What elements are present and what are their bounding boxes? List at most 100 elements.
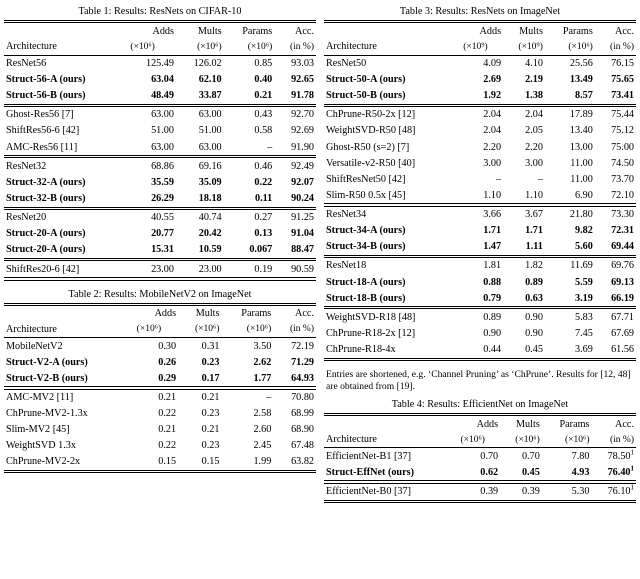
arch-name: Versatile-v2-R50 [40] (324, 155, 461, 171)
cell: 75.00 (595, 139, 636, 155)
cell: 0.90 (461, 325, 503, 341)
cell: 10.59 (176, 242, 224, 259)
cell: 0.39 (500, 484, 542, 501)
cell: 72.10 (595, 187, 636, 204)
cell: 0.89 (461, 309, 503, 325)
cell: 92.49 (274, 158, 316, 174)
cell: 2.60 (221, 422, 273, 438)
table-row: Struct-20-A (ours)20.7720.420.1391.04 (4, 226, 316, 242)
cell: 2.04 (461, 107, 503, 123)
cell: 3.00 (503, 155, 545, 171)
col-architecture: Architecture (324, 416, 458, 448)
arch-name: Struct-20-A (ours) (4, 226, 128, 242)
cell: 2.45 (221, 438, 273, 454)
cell: 125.49 (128, 56, 176, 72)
arch-name: ChPrune-R18-4x (324, 341, 461, 358)
cell: 68.86 (128, 158, 176, 174)
cell: 92.70 (274, 107, 316, 123)
cell: 1.38 (503, 88, 545, 105)
cell: 0.21 (178, 422, 221, 438)
unit: (×10⁶) (178, 322, 221, 338)
arch-name: EfficientNet-B0 [37] (324, 484, 458, 501)
col-architecture: Architecture (4, 306, 135, 338)
cell: 40.55 (128, 210, 176, 226)
arch-name: ResNet18 (324, 258, 461, 274)
cell: 2.05 (503, 123, 545, 139)
cell: 0.23 (178, 438, 221, 454)
cell: 4.09 (461, 56, 503, 72)
cell: 78.501 (591, 448, 636, 464)
cell: 0.21 (224, 88, 275, 105)
col-acc.: Acc. (274, 23, 316, 39)
unit: (in %) (274, 39, 316, 55)
cell: 1.10 (503, 187, 545, 204)
table-row: WeightSVD 1.3x0.220.232.4567.48 (4, 438, 316, 454)
unit: (in %) (595, 39, 636, 55)
table-row: WeightSVD-R50 [48]2.042.0513.4075.12 (324, 123, 636, 139)
table-row: Struct-56-B (ours)48.4933.870.2191.78 (4, 88, 316, 105)
cell: 91.90 (274, 139, 316, 156)
cell: 0.21 (135, 390, 178, 406)
cell: 0.39 (458, 484, 500, 501)
table-row: ResNet504.094.1025.5676.15 (324, 56, 636, 72)
table-3: ArchitectureAddsMultsParamsAcc.(×10⁹)(×1… (324, 20, 636, 361)
cell: 1.82 (503, 258, 545, 274)
table-row: Struct-EffNet (ours)0.620.454.9376.401 (324, 464, 636, 481)
cell: 63.00 (176, 139, 224, 156)
table-row: Ghost-Res56 [7]63.0063.000.4392.70 (4, 107, 316, 123)
cell: 0.22 (135, 406, 178, 422)
cell: 0.15 (178, 454, 221, 471)
cell: 0.89 (503, 274, 545, 290)
table-row: Struct-50-B (ours)1.921.388.5773.41 (324, 88, 636, 105)
cell: 1.77 (221, 370, 273, 387)
table-row: Struct-34-B (ours)1.471.115.6069.44 (324, 239, 636, 256)
table-row: AMC-Res56 [11]63.0063.00–91.90 (4, 139, 316, 156)
table-row: ResNet343.663.6721.8073.30 (324, 207, 636, 223)
cell: 67.71 (595, 309, 636, 325)
cell: 91.78 (274, 88, 316, 105)
table-1: ArchitectureAddsMultsParamsAcc.(×10⁶)(×1… (4, 20, 316, 281)
cell: 0.63 (503, 290, 545, 307)
cell: 71.29 (273, 354, 316, 370)
table-row: ResNet2040.5540.740.2791.25 (4, 210, 316, 226)
arch-name: WeightSVD 1.3x (4, 438, 135, 454)
table-4-caption: Table 4: Results: EfficientNet on ImageN… (324, 399, 636, 410)
arch-name: Struct-34-B (ours) (324, 239, 461, 256)
unit: (×10⁶) (176, 39, 224, 55)
cell: 0.85 (224, 56, 275, 72)
cell: 0.22 (224, 174, 275, 190)
cell: 15.31 (128, 242, 176, 259)
cell: 0.90 (503, 309, 545, 325)
cell: 0.29 (135, 370, 178, 387)
cell: 7.45 (545, 325, 595, 341)
cell: 67.69 (595, 325, 636, 341)
cell: 63.00 (176, 107, 224, 123)
table-3-caption: Table 3: Results: ResNets on ImageNet (324, 6, 636, 17)
cell: 69.16 (176, 158, 224, 174)
cell: 90.24 (274, 190, 316, 207)
cell: 0.45 (500, 464, 542, 481)
cell: 3.67 (503, 207, 545, 223)
unit: (in %) (591, 432, 636, 448)
cell: 73.30 (595, 207, 636, 223)
unit: (×10⁶) (135, 322, 178, 338)
cell: 5.30 (542, 484, 592, 501)
cell: 17.89 (545, 107, 595, 123)
cell: 1.92 (461, 88, 503, 105)
cell: 0.26 (135, 354, 178, 370)
cell: 3.66 (461, 207, 503, 223)
arch-name: Struct-20-A (ours) (4, 242, 128, 259)
cell: 69.76 (595, 258, 636, 274)
cell: 3.69 (545, 341, 595, 358)
cell: 3.19 (545, 290, 595, 307)
col-params: Params (224, 23, 275, 39)
cell: 8.57 (545, 88, 595, 105)
table-row: Struct-V2-B (ours)0.290.171.7764.93 (4, 370, 316, 387)
cell: 0.067 (224, 242, 275, 259)
table-3-footnote: Entries are shortened, e.g. ‘Channel Pru… (324, 369, 636, 399)
arch-name: Ghost-Res56 [7] (4, 107, 128, 123)
cell: 0.70 (500, 448, 542, 464)
cell: 0.22 (135, 438, 178, 454)
cell: 63.82 (273, 454, 316, 471)
arch-name: Struct-32-A (ours) (4, 174, 128, 190)
